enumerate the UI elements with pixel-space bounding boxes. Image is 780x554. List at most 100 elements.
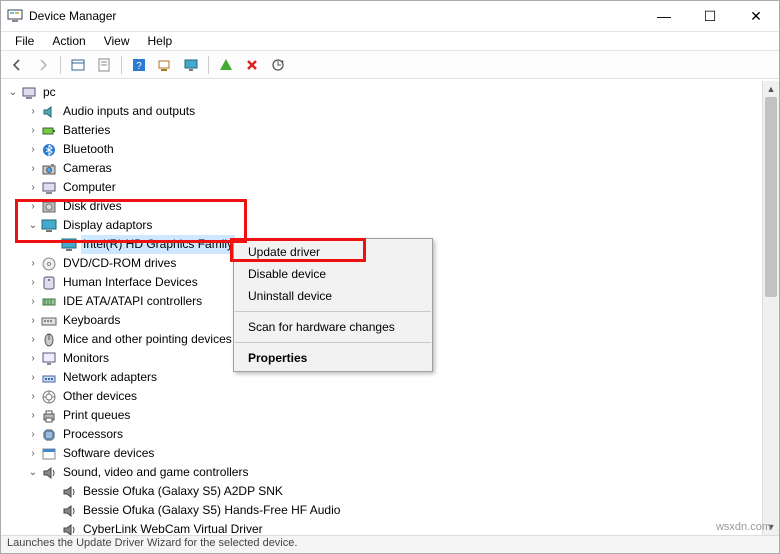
tree-node[interactable]: ⌄ Sound, video and game controllers (1, 463, 779, 482)
tree-label: pc (41, 83, 58, 102)
tree-node[interactable]: ›Cameras (1, 159, 779, 178)
speaker-icon (41, 104, 57, 120)
tree-label: Print queues (61, 406, 132, 425)
context-menu-item[interactable]: Disable device (234, 263, 432, 285)
tree-label: Sound, video and game controllers (61, 463, 250, 482)
expand-icon[interactable]: › (25, 102, 41, 121)
tree-label: Human Interface Devices (61, 273, 200, 292)
expand-icon[interactable]: › (25, 368, 41, 387)
tree-label: Software devices (61, 444, 156, 463)
expand-icon[interactable]: › (25, 197, 41, 216)
sound-icon (61, 503, 77, 519)
tree-node[interactable]: › Processors (1, 425, 779, 444)
status-bar: Launches the Update Driver Wizard for th… (1, 535, 779, 553)
tree-label: Display adaptors (61, 216, 154, 235)
tree-label: CyberLink WebCam Virtual Driver (81, 520, 265, 535)
update-button[interactable] (266, 54, 290, 76)
watermark: wsxdn.com (716, 521, 771, 533)
help-button[interactable]: ? (127, 54, 151, 76)
expand-icon[interactable]: › (25, 292, 41, 311)
sound-icon (41, 465, 57, 481)
tree-node[interactable]: › Batteries (1, 121, 779, 140)
expand-icon[interactable]: › (25, 273, 41, 292)
tree-node[interactable]: ⌄ pc (1, 83, 779, 102)
vertical-scrollbar[interactable]: ▲ ▼ (762, 81, 779, 535)
menu-file[interactable]: File (7, 32, 42, 50)
context-menu-item[interactable]: Uninstall device (234, 285, 432, 307)
tree-node[interactable]: ·Bessie Ofuka (Galaxy S5) Hands-Free HF … (1, 501, 779, 520)
tree-node[interactable]: › Other devices (1, 387, 779, 406)
display-toolbar-icon[interactable] (179, 54, 203, 76)
context-menu: Update driverDisable deviceUninstall dev… (233, 238, 433, 372)
display-icon (61, 237, 77, 253)
tree-label: IDE ATA/ATAPI controllers (61, 292, 204, 311)
tree-label: Processors (61, 425, 125, 444)
tree-label: Other devices (61, 387, 139, 406)
tree-label: Keyboards (61, 311, 122, 330)
tree-node[interactable]: › Print queues (1, 406, 779, 425)
tree-node[interactable]: › Disk drives (1, 197, 779, 216)
window-title: Device Manager (29, 9, 641, 23)
tree-node[interactable]: · Bessie Ofuka (Galaxy S5) A2DP SNK (1, 482, 779, 501)
expand-icon[interactable]: › (25, 159, 41, 178)
collapse-icon[interactable]: ⌄ (25, 216, 41, 235)
monitor-icon (41, 351, 57, 367)
back-button[interactable] (5, 54, 29, 76)
computer-icon (41, 180, 57, 196)
context-menu-item[interactable]: Scan for hardware changes (234, 316, 432, 338)
twist-spacer: · (45, 501, 61, 520)
minimize-button[interactable]: — (641, 1, 687, 31)
tree-label: Disk drives (61, 197, 124, 216)
tree-label: Network adapters (61, 368, 159, 387)
maximize-button[interactable]: ☐ (687, 1, 733, 31)
scroll-up-arrow[interactable]: ▲ (763, 81, 779, 97)
menu-view[interactable]: View (96, 32, 138, 50)
battery-icon (41, 123, 57, 139)
context-menu-item[interactable]: Update driver (234, 241, 432, 263)
collapse-icon[interactable]: ⌄ (5, 83, 21, 102)
uninstall-button[interactable] (240, 54, 264, 76)
expand-icon[interactable]: › (25, 425, 41, 444)
tree-node[interactable]: › Audio inputs and outputs (1, 102, 779, 121)
scroll-thumb[interactable] (765, 97, 777, 297)
expand-icon[interactable]: › (25, 254, 41, 273)
menubar: File Action View Help (1, 31, 779, 51)
dvd-icon (41, 256, 57, 272)
forward-button[interactable] (31, 54, 55, 76)
menu-action[interactable]: Action (44, 32, 93, 50)
properties-button[interactable] (92, 54, 116, 76)
tree-label: Bessie Ofuka (Galaxy S5) A2DP SNK (81, 482, 285, 501)
expand-icon[interactable]: › (25, 444, 41, 463)
tree-node[interactable]: ›Bluetooth (1, 140, 779, 159)
tree-node[interactable]: ·CyberLink WebCam Virtual Driver (1, 520, 779, 535)
context-menu-item[interactable]: Properties (234, 347, 432, 369)
tree-label: Monitors (61, 349, 111, 368)
tree-label: Batteries (61, 121, 112, 140)
enable-button[interactable] (214, 54, 238, 76)
collapse-icon[interactable]: ⌄ (25, 463, 41, 482)
ide-icon (41, 294, 57, 310)
computer-icon (21, 85, 37, 101)
expand-icon[interactable]: › (25, 406, 41, 425)
sound-icon (61, 522, 77, 536)
scan-toolbar-icon[interactable] (153, 54, 177, 76)
expand-icon[interactable]: › (25, 349, 41, 368)
expand-icon[interactable]: › (25, 387, 41, 406)
svg-text:?: ? (136, 61, 142, 72)
software-icon (41, 446, 57, 462)
expand-icon[interactable]: › (25, 140, 41, 159)
tree-node[interactable]: ⌄ Display adaptors (1, 216, 779, 235)
tree-node[interactable]: › Software devices (1, 444, 779, 463)
close-button[interactable]: ✕ (733, 1, 779, 31)
expand-icon[interactable]: › (25, 121, 41, 140)
show-hidden-button[interactable] (66, 54, 90, 76)
twist-spacer: · (45, 482, 61, 501)
tree-node[interactable]: ›Computer (1, 178, 779, 197)
expand-icon[interactable]: › (25, 330, 41, 349)
tree-label: Audio inputs and outputs (61, 102, 197, 121)
expand-icon[interactable]: › (25, 311, 41, 330)
expand-icon[interactable]: › (25, 178, 41, 197)
menu-separator (235, 342, 431, 343)
menu-help[interactable]: Help (140, 32, 181, 50)
tree-label: Mice and other pointing devices (61, 330, 234, 349)
